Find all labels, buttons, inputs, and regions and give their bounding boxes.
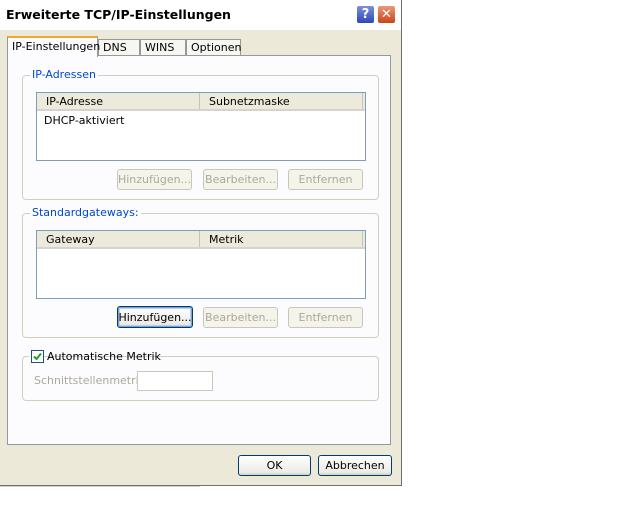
ip-add-button[interactable]: Hinzufügen... bbox=[117, 169, 192, 190]
automatic-metric-label[interactable]: Automatische Metrik bbox=[47, 350, 161, 363]
gateway-add-button[interactable]: Hinzufügen... bbox=[117, 306, 193, 328]
column-metric[interactable]: Metrik bbox=[200, 231, 363, 247]
ip-list-header: IP-Adresse Subnetzmaske bbox=[37, 93, 365, 111]
tab-label: DNS bbox=[103, 41, 127, 54]
close-icon: ✕ bbox=[381, 7, 392, 22]
interface-metric-input[interactable] bbox=[137, 371, 213, 391]
tab-ip-settings[interactable]: IP-Einstellungen bbox=[7, 36, 101, 57]
gateway-remove-button[interactable]: Entfernen bbox=[288, 307, 363, 328]
help-icon: ? bbox=[361, 7, 370, 22]
default-gateways-group: Standardgateways: Gateway Metrik Hinzufü… bbox=[22, 206, 379, 338]
tab-dns[interactable]: DNS bbox=[98, 39, 140, 56]
tab-label: IP-Einstellungen bbox=[12, 40, 101, 53]
ip-addresses-group: IP-Adressen IP-Adresse Subnetzmaske DHCP… bbox=[22, 68, 379, 200]
taskbar-edge-fragment bbox=[0, 486, 200, 490]
ip-address-list[interactable]: IP-Adresse Subnetzmaske DHCP-aktiviert bbox=[36, 92, 366, 161]
gateway-list-header: Gateway Metrik bbox=[37, 231, 365, 249]
gateway-edit-button[interactable]: Bearbeiten... bbox=[203, 307, 278, 328]
ok-button[interactable]: OK bbox=[238, 455, 311, 476]
column-ip-address[interactable]: IP-Adresse bbox=[37, 93, 200, 109]
default-gateways-legend: Standardgateways: bbox=[30, 206, 141, 219]
advanced-tcpip-dialog: Erweiterte TCP/IP-Einstellungen ? ✕ IP-E… bbox=[0, 0, 402, 486]
tab-options[interactable]: Optionen bbox=[186, 39, 241, 56]
tab-label: Optionen bbox=[191, 41, 242, 54]
title-bar[interactable]: Erweiterte TCP/IP-Einstellungen ? ✕ bbox=[0, 0, 401, 30]
automatic-metric-legend: Automatische Metrik bbox=[29, 349, 161, 365]
list-item[interactable]: DHCP-aktiviert bbox=[44, 114, 124, 127]
tab-label: WINS bbox=[145, 41, 175, 54]
tab-panel-ip-settings: IP-Adressen IP-Adresse Subnetzmaske DHCP… bbox=[7, 55, 391, 445]
column-subnet-mask[interactable]: Subnetzmaske bbox=[200, 93, 363, 109]
window-title: Erweiterte TCP/IP-Einstellungen bbox=[6, 7, 231, 22]
cancel-button[interactable]: Abbrechen bbox=[318, 455, 392, 476]
ip-remove-button[interactable]: Entfernen bbox=[288, 169, 363, 190]
interface-metric-label: Schnittstellenmetrik: bbox=[34, 374, 149, 387]
close-button[interactable]: ✕ bbox=[377, 5, 396, 24]
help-button[interactable]: ? bbox=[356, 5, 375, 24]
gateway-list[interactable]: Gateway Metrik bbox=[36, 230, 366, 299]
ip-addresses-legend: IP-Adressen bbox=[30, 68, 98, 81]
metric-group: Automatische Metrik Schnittstellenmetrik… bbox=[22, 349, 379, 401]
automatic-metric-checkbox[interactable] bbox=[31, 350, 44, 363]
checkmark-icon bbox=[33, 352, 42, 361]
tab-wins[interactable]: WINS bbox=[140, 39, 186, 56]
ip-edit-button[interactable]: Bearbeiten... bbox=[203, 169, 278, 190]
column-gateway[interactable]: Gateway bbox=[37, 231, 200, 247]
